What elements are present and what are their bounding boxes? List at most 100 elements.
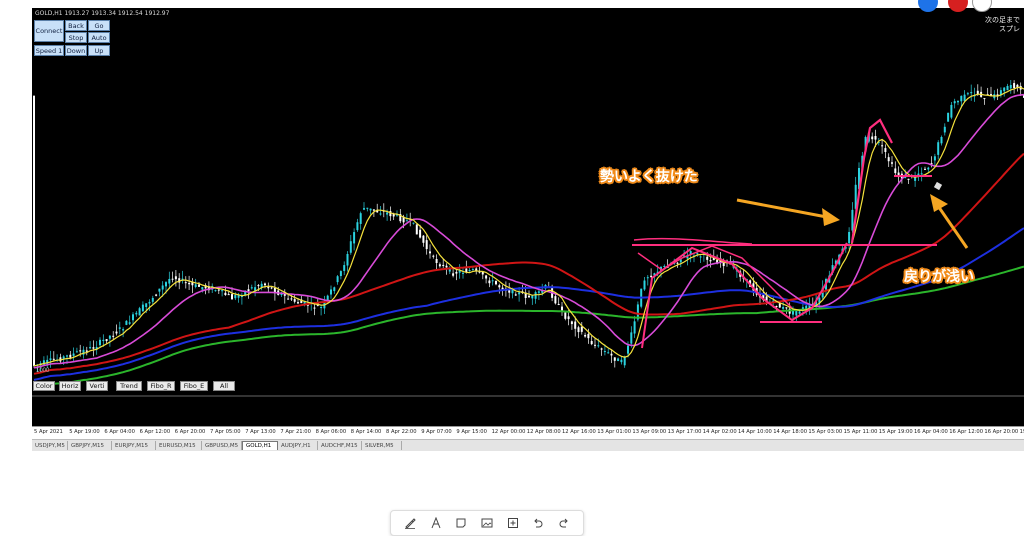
symbol-tab[interactable]: GBPUSD,M5 [202, 441, 242, 450]
speed-button[interactable]: Speed 1 [34, 45, 64, 56]
candle-body [894, 168, 897, 174]
candle-body [462, 272, 464, 274]
candle-body [145, 303, 148, 307]
trend-button[interactable]: Trend [116, 381, 142, 391]
candle-body [52, 358, 55, 360]
candle-body [580, 326, 583, 332]
fibo-r-button[interactable]: Fibo_R [147, 381, 175, 391]
countdown-label: 次の足まで [985, 17, 1020, 24]
stop-button[interactable]: Stop [65, 32, 87, 43]
down-button[interactable]: Down [65, 45, 87, 56]
time-tick: 9 Apr 15:00 [456, 429, 487, 435]
candle-body [600, 348, 603, 350]
symbol-tab[interactable]: GBPJPY,M15 [68, 441, 112, 450]
image-icon[interactable] [479, 515, 495, 531]
time-tick: 15 Apr 19:00 [878, 429, 913, 435]
candle-body [333, 287, 336, 292]
time-tick: 12 Apr 16:00 [562, 429, 596, 435]
symbol-tab[interactable]: AUDCHF,M15 [318, 441, 362, 450]
symbol-tab[interactable]: USDJPY,M5 [32, 441, 68, 450]
price-chart[interactable] [32, 8, 1024, 436]
candle-body [891, 162, 893, 164]
symbol-tab[interactable]: SILVER,M5 [362, 441, 402, 450]
candle-body [528, 295, 530, 298]
candle-body [287, 298, 290, 300]
candle-body [320, 307, 323, 309]
candle-body [125, 320, 128, 325]
add-icon[interactable] [505, 515, 521, 531]
candle-body [570, 321, 573, 325]
candle-body [798, 311, 801, 314]
candle-body [874, 135, 877, 140]
candle-body [313, 307, 316, 309]
text-icon[interactable] [428, 515, 444, 531]
candle-body [1006, 85, 1009, 91]
pen-icon[interactable] [402, 515, 418, 531]
candle-body [214, 290, 217, 292]
candle-body [79, 350, 82, 352]
redo-icon[interactable] [556, 515, 572, 531]
candle-body [610, 353, 613, 356]
chart-window[interactable]: GOLD,H1 1913.27 1913.34 1912.54 1912.97 … [32, 8, 1024, 436]
time-tick: 14 Apr 18:00 [773, 429, 808, 435]
arrow-breakout-head [822, 208, 840, 226]
candle-body [99, 339, 101, 346]
candle-body [112, 335, 115, 337]
fibo-e-button[interactable]: Fibo_E [180, 381, 208, 391]
candle-body [346, 253, 349, 266]
annotation-strong-break: 勢いよく抜けた [600, 168, 698, 184]
candle-body [89, 347, 92, 349]
candle-body [194, 284, 197, 287]
candle-body [72, 353, 75, 356]
auto-button[interactable]: Auto [88, 32, 110, 43]
candle-body [937, 142, 940, 155]
candle-body [630, 332, 633, 344]
candle-body [151, 297, 154, 302]
candle-body [663, 265, 666, 267]
go-button[interactable]: Go [88, 20, 110, 31]
candle-body [485, 275, 488, 279]
up-button[interactable]: Up [88, 45, 110, 56]
candle-body [201, 287, 204, 290]
candle-body [270, 287, 273, 289]
red-moving-average [33, 152, 1024, 375]
all-button[interactable]: All [213, 381, 235, 391]
candle-body [297, 302, 299, 304]
annotation-toolbar [390, 510, 584, 536]
candle-body [379, 213, 382, 215]
candle-body [960, 95, 963, 102]
candle-body [584, 334, 587, 337]
candle-body [514, 294, 517, 296]
shape-icon[interactable] [453, 515, 469, 531]
time-tick: 5 Apr 19:00 [69, 429, 100, 435]
verti-button[interactable]: Verti [86, 381, 108, 391]
candle-body [607, 352, 610, 354]
connect-button[interactable]: Connect [34, 20, 64, 42]
undo-icon[interactable] [530, 515, 546, 531]
time-tick: 12 Apr 08:00 [526, 429, 561, 435]
symbol-tab[interactable]: EURUSD,M15 [156, 441, 202, 450]
candle-body [161, 285, 164, 290]
symbol-tab[interactable]: GOLD,H1 [242, 441, 278, 450]
candle-body [336, 276, 339, 283]
time-tick: 14 Apr 02:00 [702, 429, 737, 435]
time-tick: 8 Apr 22:00 [386, 429, 417, 435]
candle-body [442, 264, 445, 266]
candle-body [148, 301, 151, 304]
candle-body [590, 341, 593, 345]
candle-body [594, 344, 596, 346]
candle-body [706, 256, 709, 260]
symbol-tab[interactable]: AUDJPY,H1 [278, 441, 318, 450]
candle-body [782, 307, 785, 309]
candle-body [217, 289, 220, 291]
candle-body [264, 283, 266, 286]
color-button[interactable]: Color [33, 381, 55, 391]
candle-body [405, 220, 408, 222]
back-button[interactable]: Back [65, 20, 87, 31]
horiz-button[interactable]: Horiz [59, 381, 81, 391]
candle-body [884, 148, 887, 152]
symbol-tab[interactable]: EURJPY,M15 [112, 441, 156, 450]
candle-body [435, 259, 438, 264]
candle-body [293, 299, 296, 302]
candle-body [531, 295, 534, 299]
